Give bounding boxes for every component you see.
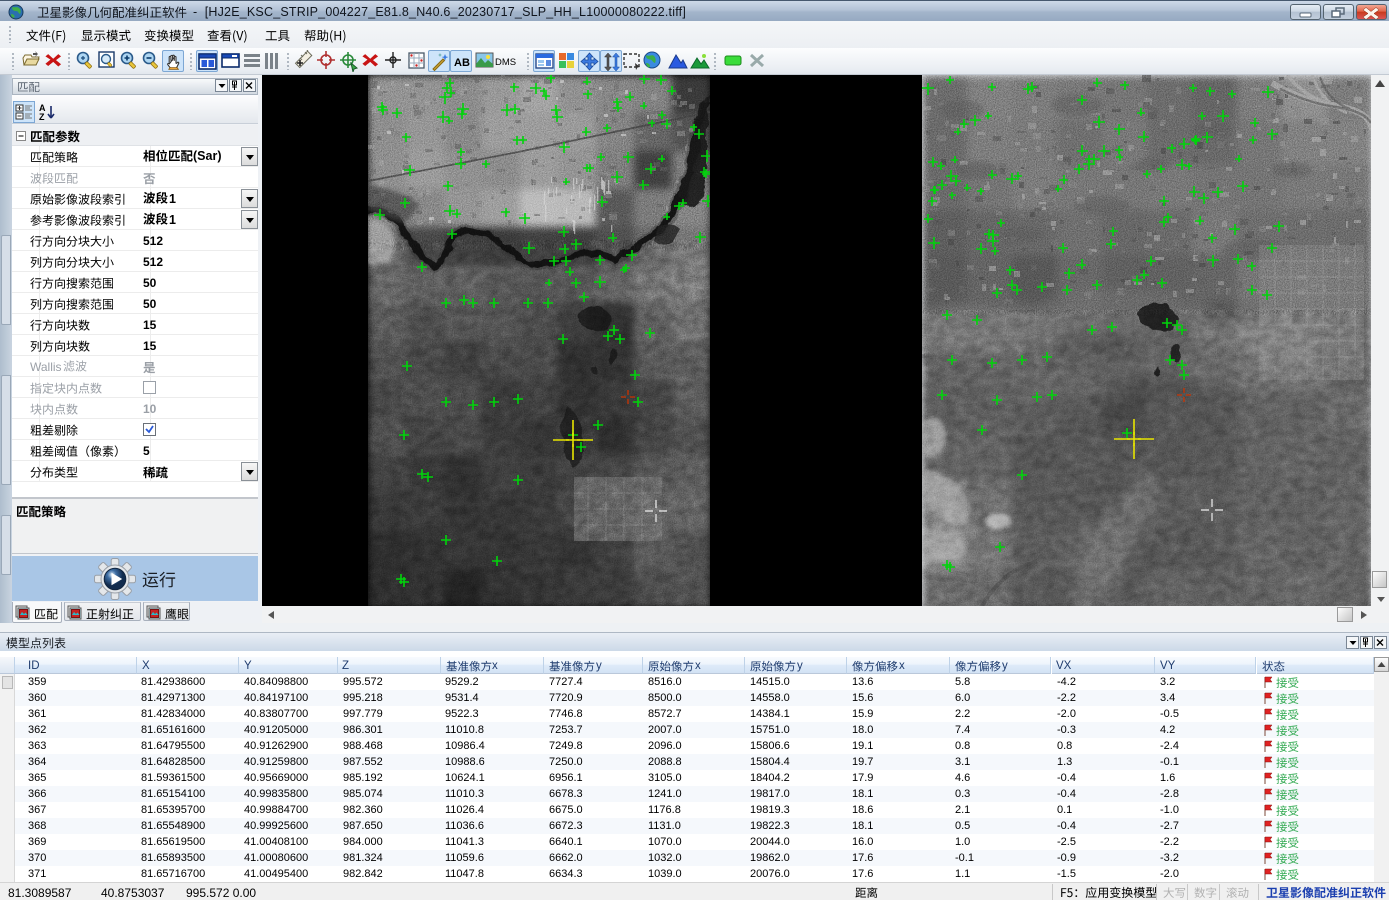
- svg-text:AB: AB: [454, 57, 470, 69]
- svg-text:Z: Z: [39, 112, 45, 122]
- svg-text:DMS: DMS: [495, 57, 516, 68]
